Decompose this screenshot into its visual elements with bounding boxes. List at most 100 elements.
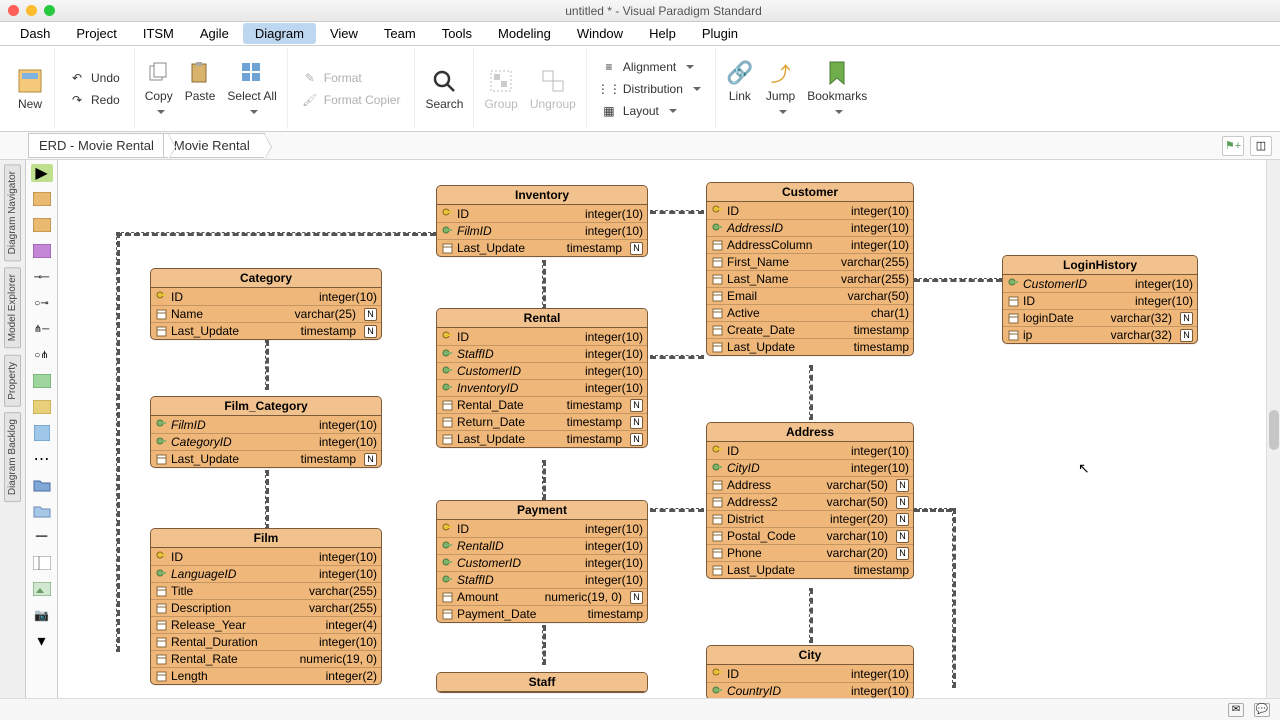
column-row[interactable]: Address2 varchar(50) N	[707, 493, 913, 510]
menu-modeling[interactable]: Modeling	[486, 23, 563, 44]
column-row[interactable]: ID integer(10)	[151, 288, 381, 305]
entity-staff[interactable]: Staff	[436, 672, 648, 693]
swimlane-tool[interactable]	[31, 554, 53, 572]
rel-zero-one-tool[interactable]: ○⊸	[31, 294, 53, 312]
table-yellow-tool[interactable]	[31, 398, 53, 416]
column-row[interactable]: CountryID integer(10)	[707, 682, 913, 699]
column-row[interactable]: Last_Update timestamp N	[151, 450, 381, 467]
column-row[interactable]: Last_Update timestamp	[707, 338, 913, 355]
minimize-icon[interactable]	[26, 5, 37, 16]
column-row[interactable]: Last_Update timestamp	[707, 561, 913, 578]
undo-button[interactable]: ↶Undo	[65, 68, 124, 88]
column-row[interactable]: Name varchar(25) N	[151, 305, 381, 322]
flag-button[interactable]: ⚑+	[1222, 136, 1244, 156]
view-tool[interactable]	[31, 242, 53, 260]
column-row[interactable]: CustomerID integer(10)	[437, 554, 647, 571]
ungroup-button[interactable]: Ungroup	[530, 67, 576, 111]
column-row[interactable]: AddressColumn integer(10)	[707, 236, 913, 253]
entity-film[interactable]: Film ID integer(10) LanguageID integer(1…	[150, 528, 382, 685]
bookmarks-button[interactable]: Bookmarks	[807, 59, 867, 119]
column-row[interactable]: Last_Update timestamp N	[151, 322, 381, 339]
column-row[interactable]: Rental_Rate numeric(19, 0)	[151, 650, 381, 667]
column-row[interactable]: CategoryID integer(10)	[151, 433, 381, 450]
menu-project[interactable]: Project	[64, 23, 128, 44]
camera-tool[interactable]: 📷	[31, 606, 53, 624]
column-row[interactable]: Length integer(2)	[151, 667, 381, 684]
copy-button[interactable]: Copy	[145, 59, 173, 119]
search-button[interactable]: Search	[425, 67, 463, 111]
layout-button[interactable]: ▦Layout	[597, 101, 705, 121]
paste-button[interactable]: Paste	[185, 59, 216, 119]
column-row[interactable]: FilmID integer(10)	[151, 416, 381, 433]
column-row[interactable]: District integer(20) N	[707, 510, 913, 527]
column-row[interactable]: Amount numeric(19, 0) N	[437, 588, 647, 605]
column-row[interactable]: CustomerID integer(10)	[1003, 275, 1197, 292]
column-row[interactable]: FilmID integer(10)	[437, 222, 647, 239]
menu-itsm[interactable]: ITSM	[131, 23, 186, 44]
column-row[interactable]: ID integer(10)	[1003, 292, 1197, 309]
column-row[interactable]: ID integer(10)	[437, 328, 647, 345]
redo-button[interactable]: ↷Redo	[65, 90, 124, 110]
column-row[interactable]: Last_Update timestamp N	[437, 239, 647, 256]
column-row[interactable]: Postal_Code varchar(10) N	[707, 527, 913, 544]
side-tab-navigator[interactable]: Diagram Navigator	[4, 164, 21, 261]
column-row[interactable]: Rental_Duration integer(10)	[151, 633, 381, 650]
side-tab-backlog[interactable]: Diagram Backlog	[4, 412, 21, 502]
column-row[interactable]: AddressID integer(10)	[707, 219, 913, 236]
jump-button[interactable]: ⤴Jump	[766, 59, 795, 119]
column-row[interactable]: Payment_Date timestamp	[437, 605, 647, 622]
diagram-canvas[interactable]: Category ID integer(10) Name varchar(25)…	[58, 160, 1280, 720]
column-row[interactable]: ID integer(10)	[707, 202, 913, 219]
entity-city[interactable]: City ID integer(10) CountryID integer(10…	[706, 645, 914, 700]
chat-icon[interactable]: 💬	[1254, 703, 1270, 717]
vertical-scrollbar[interactable]	[1266, 160, 1280, 720]
entity-inventory[interactable]: Inventory ID integer(10) FilmID integer(…	[436, 185, 648, 257]
package-tool[interactable]	[31, 190, 53, 208]
entity-address[interactable]: Address ID integer(10) CityID integer(10…	[706, 422, 914, 579]
scrollbar-thumb[interactable]	[1269, 410, 1279, 450]
column-row[interactable]: ip varchar(32) N	[1003, 326, 1197, 343]
column-row[interactable]: Return_Date timestamp N	[437, 413, 647, 430]
column-row[interactable]: Last_Update timestamp N	[437, 430, 647, 447]
column-row[interactable]: ID integer(10)	[707, 442, 913, 459]
column-row[interactable]: ID integer(10)	[151, 548, 381, 565]
column-row[interactable]: Email varchar(50)	[707, 287, 913, 304]
mail-icon[interactable]: ✉	[1228, 703, 1244, 717]
line-tool[interactable]: ─	[31, 528, 53, 546]
menu-help[interactable]: Help	[637, 23, 688, 44]
menu-team[interactable]: Team	[372, 23, 428, 44]
column-row[interactable]: ID integer(10)	[707, 665, 913, 682]
breadcrumb-leaf[interactable]: Movie Rental	[163, 133, 265, 158]
image-tool[interactable]	[31, 580, 53, 598]
column-row[interactable]: Rental_Date timestamp N	[437, 396, 647, 413]
entity-login-history[interactable]: LoginHistory CustomerID integer(10) ID i…	[1002, 255, 1198, 344]
folder-tool[interactable]	[31, 476, 53, 494]
column-row[interactable]: Description varchar(255)	[151, 599, 381, 616]
zoom-icon[interactable]	[44, 5, 55, 16]
menu-diagram[interactable]: Diagram	[243, 23, 316, 44]
column-row[interactable]: Phone varchar(20) N	[707, 544, 913, 561]
folder2-tool[interactable]	[31, 502, 53, 520]
column-row[interactable]: RentalID integer(10)	[437, 537, 647, 554]
menu-view[interactable]: View	[318, 23, 370, 44]
panel-toggle-button[interactable]: ◫	[1250, 136, 1272, 156]
menu-window[interactable]: Window	[565, 23, 635, 44]
column-row[interactable]: CityID integer(10)	[707, 459, 913, 476]
column-row[interactable]: Address varchar(50) N	[707, 476, 913, 493]
column-row[interactable]: Last_Name varchar(255)	[707, 270, 913, 287]
entity-rental[interactable]: Rental ID integer(10) StaffID integer(10…	[436, 308, 648, 448]
close-icon[interactable]	[8, 5, 19, 16]
column-row[interactable]: First_Name varchar(255)	[707, 253, 913, 270]
menu-agile[interactable]: Agile	[188, 23, 241, 44]
column-row[interactable]: ID integer(10)	[437, 520, 647, 537]
menu-dash[interactable]: Dash	[8, 23, 62, 44]
select-all-button[interactable]: Select All	[227, 59, 276, 119]
table-green-tool[interactable]	[31, 372, 53, 390]
column-row[interactable]: CustomerID integer(10)	[437, 362, 647, 379]
column-row[interactable]: StaffID integer(10)	[437, 571, 647, 588]
entity-category[interactable]: Category ID integer(10) Name varchar(25)…	[150, 268, 382, 340]
column-row[interactable]: Title varchar(255)	[151, 582, 381, 599]
column-row[interactable]: Active char(1)	[707, 304, 913, 321]
entity-payment[interactable]: Payment ID integer(10) RentalID integer(…	[436, 500, 648, 623]
side-tab-property[interactable]: Property	[4, 355, 21, 407]
